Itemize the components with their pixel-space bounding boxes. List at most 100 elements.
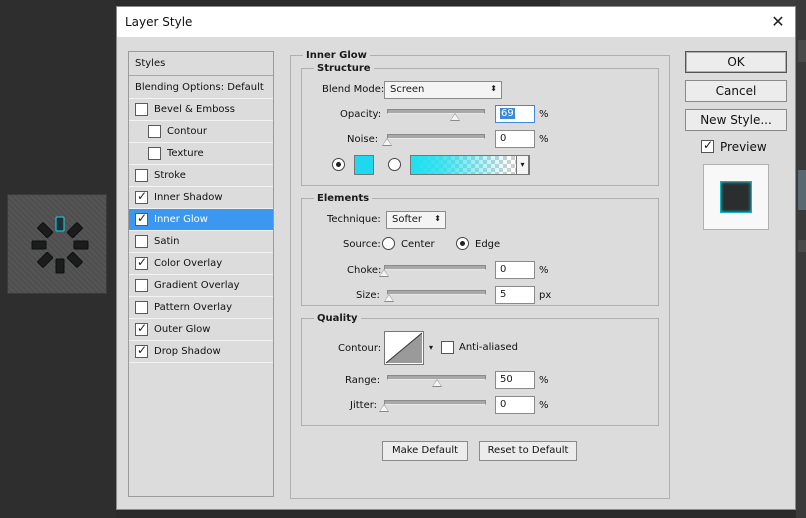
contour-dropdown[interactable]: ▾ — [426, 331, 436, 365]
noise-slider-handle[interactable] — [382, 138, 392, 146]
anti-aliased-checkbox[interactable] — [441, 341, 454, 354]
opacity-slider-handle[interactable] — [449, 113, 460, 121]
style-checkbox[interactable] — [148, 147, 161, 160]
style-label: Inner Glow — [154, 214, 208, 225]
layer-style-dialog: Layer Style ✕ Styles Blending Options: D… — [116, 6, 796, 510]
contour-picker[interactable] — [384, 331, 424, 365]
source-edge-radio[interactable] — [456, 237, 469, 250]
make-default-button[interactable]: Make Default — [382, 441, 468, 461]
structure-group: Structure Blend Mode: Screen ⬍ Opacity: … — [301, 63, 659, 186]
anti-aliased-label: Anti-aliased — [459, 342, 519, 353]
size-unit: px — [539, 290, 552, 301]
style-label: Outer Glow — [154, 324, 211, 335]
style-checkbox[interactable]: ✓ — [135, 189, 148, 204]
app-panel-right — [796, 0, 806, 518]
canvas-artwork — [7, 194, 107, 294]
range-value: 50 — [500, 374, 513, 385]
style-gradient-overlay[interactable]: Gradient Overlay — [129, 275, 273, 297]
opacity-slider[interactable] — [387, 109, 485, 114]
style-blending-options[interactable]: Blending Options: Default — [129, 77, 273, 99]
checkmark-icon: ✓ — [137, 255, 148, 269]
spinner-artwork — [31, 216, 89, 274]
style-inner-shadow[interactable]: ✓ Inner Shadow — [129, 187, 273, 209]
new-style-button[interactable]: New Style... — [685, 109, 787, 131]
style-checkbox[interactable]: ✓ — [135, 343, 148, 358]
noise-slider[interactable] — [387, 134, 485, 139]
size-slider[interactable] — [387, 290, 486, 295]
noise-input[interactable]: 0 — [495, 130, 535, 148]
chevron-down-icon: ▾ — [520, 160, 525, 169]
preview-checkbox[interactable]: ✓ — [701, 138, 714, 153]
size-slider-handle[interactable] — [383, 294, 394, 302]
style-checkbox[interactable] — [135, 103, 148, 116]
style-checkbox[interactable]: ✓ — [135, 255, 148, 270]
style-checkbox[interactable]: ✓ — [135, 211, 148, 226]
checkmark-icon: ✓ — [703, 138, 714, 152]
choke-slider[interactable] — [384, 265, 486, 270]
source-center-radio[interactable] — [382, 237, 395, 250]
range-slider-handle[interactable] — [431, 379, 442, 387]
choke-value: 0 — [500, 264, 507, 275]
dialog-titlebar[interactable]: Layer Style ✕ — [117, 7, 795, 37]
style-drop-shadow[interactable]: ✓ Drop Shadow — [129, 341, 273, 363]
opacity-input[interactable]: 69 — [495, 105, 535, 123]
checkmark-icon: ✓ — [137, 211, 148, 225]
style-texture[interactable]: Texture — [129, 143, 273, 165]
style-contour[interactable]: Contour — [129, 121, 273, 143]
styles-header[interactable]: Styles — [129, 52, 273, 76]
style-checkbox[interactable] — [135, 279, 148, 292]
preview-label: Preview — [720, 140, 767, 154]
elements-title: Elements — [314, 193, 373, 204]
styles-header-label: Styles — [135, 58, 166, 69]
size-input[interactable]: 5 — [495, 286, 535, 304]
technique-label: Technique: — [327, 214, 381, 225]
solid-color-radio[interactable] — [332, 158, 345, 171]
style-pattern-overlay[interactable]: Pattern Overlay — [129, 297, 273, 319]
style-checkbox[interactable]: ✓ — [135, 321, 148, 336]
gradient-radio[interactable] — [388, 158, 401, 171]
style-preview — [703, 164, 769, 230]
jitter-input[interactable]: 0 — [495, 396, 535, 414]
jitter-value: 0 — [500, 399, 507, 410]
choke-input[interactable]: 0 — [495, 261, 535, 279]
quality-title: Quality — [314, 313, 361, 324]
style-outer-glow[interactable]: ✓ Outer Glow — [129, 319, 273, 341]
close-icon[interactable]: ✕ — [767, 11, 789, 33]
jitter-slider-handle[interactable] — [379, 404, 389, 412]
style-bevel-emboss[interactable]: Bevel & Emboss — [129, 99, 273, 121]
choke-slider-handle[interactable] — [379, 269, 389, 277]
cancel-button[interactable]: Cancel — [685, 80, 787, 102]
style-stroke[interactable]: Stroke — [129, 165, 273, 187]
elements-group: Elements Technique: Softer ⬍ Source: Cen… — [301, 193, 659, 306]
range-input[interactable]: 50 — [495, 371, 535, 389]
jitter-label: Jitter: — [350, 400, 378, 411]
glow-gradient-swatch[interactable] — [410, 155, 530, 175]
opacity-label: Opacity: — [340, 109, 382, 120]
reset-to-default-button[interactable]: Reset to Default — [479, 441, 577, 461]
jitter-slider[interactable] — [384, 400, 486, 405]
glow-color-swatch[interactable] — [354, 155, 374, 175]
style-checkbox[interactable] — [135, 235, 148, 248]
style-label: Texture — [167, 148, 204, 159]
style-checkbox[interactable] — [135, 301, 148, 314]
style-label: Blending Options: Default — [135, 82, 264, 93]
ok-button[interactable]: OK — [685, 51, 787, 73]
style-inner-glow[interactable]: ✓ Inner Glow — [129, 209, 273, 231]
style-checkbox[interactable] — [135, 169, 148, 182]
style-label: Drop Shadow — [154, 346, 221, 357]
style-checkbox[interactable] — [148, 125, 161, 138]
panel-title: Inner Glow — [303, 50, 370, 61]
source-center-label: Center — [401, 239, 435, 250]
checkmark-icon: ✓ — [137, 343, 148, 357]
style-satin[interactable]: Satin — [129, 231, 273, 253]
updown-arrow-icon: ⬍ — [490, 84, 497, 93]
updown-arrow-icon: ⬍ — [434, 214, 441, 223]
style-label: Satin — [154, 236, 180, 247]
technique-select[interactable]: Softer ⬍ — [386, 211, 446, 229]
technique-value: Softer — [392, 214, 422, 225]
blend-mode-select[interactable]: Screen ⬍ — [384, 81, 502, 99]
noise-percent: % — [539, 134, 549, 145]
source-label: Source: — [343, 239, 381, 250]
gradient-dropdown[interactable]: ▾ — [516, 155, 529, 175]
style-color-overlay[interactable]: ✓ Color Overlay — [129, 253, 273, 275]
